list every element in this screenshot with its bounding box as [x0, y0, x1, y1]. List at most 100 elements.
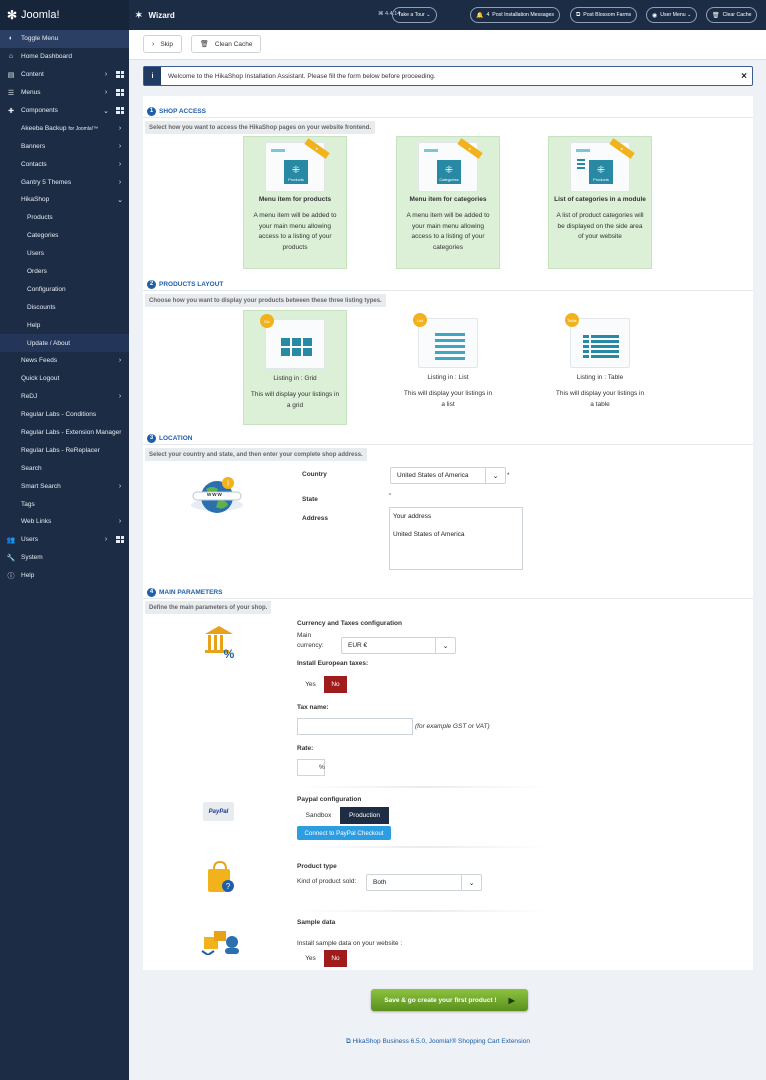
dashboard-grid-icon[interactable] — [116, 71, 124, 79]
chevron-right-icon: › — [152, 40, 155, 48]
eu-taxes-yes-button[interactable]: Yes — [297, 676, 324, 693]
paypal-sandbox-button[interactable]: Sandbox — [297, 807, 340, 824]
section-divider — [297, 910, 551, 912]
sidebar-item-banners[interactable]: Banners › — [0, 137, 129, 155]
info-message: i Welcome to the HikaShop Installation A… — [143, 66, 753, 86]
sidebar-item-web-links[interactable]: Web Links › — [0, 513, 129, 531]
home-icon: ⌂ — [8, 53, 14, 61]
table-layout-thumbnail: Table — [565, 313, 630, 368]
sidebar-item-gantry[interactable]: Gantry 5 Themes › — [0, 173, 129, 191]
layout-option-table[interactable]: Table Listing in : Table This will displ… — [548, 310, 652, 425]
sample-data-icon — [200, 927, 240, 955]
sidebar-item-rl-conditions[interactable]: Regular Labs - Conditions — [0, 406, 129, 424]
chevron-right-icon: › — [118, 124, 122, 132]
skip-button[interactable]: › Skip — [143, 35, 182, 53]
sidebar-item-news-feeds[interactable]: News Feeds › — [0, 352, 129, 370]
section-description: Select your country and state, and then … — [145, 448, 367, 461]
sidebar-item-quick-logout[interactable]: Quick Logout — [0, 370, 129, 388]
access-option-products[interactable]: ⁜ Products ★ Menu item for products A men… — [243, 136, 347, 269]
paypal-connect-button[interactable]: Connect to PayPal Checkout — [297, 826, 391, 840]
sample-data-no-button[interactable]: No — [324, 950, 347, 967]
european-taxes-toggle: Yes No — [297, 676, 347, 693]
clear-cache-button[interactable]: 🗑 Clear Cache — [706, 7, 758, 23]
file-icon: ▤ — [7, 71, 15, 79]
section-divider — [297, 786, 551, 788]
dashboard-grid-icon[interactable] — [116, 536, 124, 544]
puzzle-icon: ✚ — [8, 107, 14, 115]
sidebar-item-menus[interactable]: ☰ Menus › — [0, 84, 129, 102]
sidebar-item-rl-rereplacer[interactable]: Regular Labs - ReReplacer — [0, 441, 129, 459]
ribbon-badge: ★ — [304, 138, 330, 159]
sidebar-item-home-dashboard[interactable]: ⌂ Home Dashboard — [0, 48, 129, 66]
country-select[interactable]: United States of America ⌄ — [390, 467, 506, 484]
tax-name-input[interactable] — [297, 718, 413, 735]
info-icon: ⓘ — [7, 572, 15, 580]
wrench-icon: 🔧 — [6, 554, 16, 562]
trash-icon: 🗑 — [200, 41, 209, 48]
section-description: Choose how you want to display your prod… — [145, 294, 386, 307]
layout-option-grid[interactable]: Div Listing in : Grid This will display … — [243, 310, 347, 425]
footer-link[interactable]: ⧉ HikaShop Business 6.5.0, Joomla!® Shop… — [346, 1038, 530, 1046]
sidebar-item-configuration[interactable]: Configuration — [0, 280, 129, 298]
sidebar-item-tags[interactable]: Tags — [0, 495, 129, 513]
sidebar-item-toggle-menu[interactable]: ◐ Toggle Menu — [0, 30, 129, 48]
list-layout-thumbnail: List — [413, 313, 478, 368]
sidebar-item-contacts[interactable]: Contacts › — [0, 155, 129, 173]
sidebar-item-search[interactable]: Search — [0, 459, 129, 477]
address-textarea[interactable]: Your address United States of America — [389, 507, 523, 570]
sidebar-item-categories[interactable]: Categories — [0, 227, 129, 245]
sidebar-item-hika-users[interactable]: Users — [0, 245, 129, 263]
post-installation-messages-button[interactable]: 🔔 4 Post Installation Messages — [470, 7, 560, 23]
sidebar-item-components[interactable]: ✚ Components ⌄ — [0, 102, 129, 120]
sidebar-item-rl-extension-manager[interactable]: Regular Labs - Extension Manager — [0, 424, 129, 442]
paypal-production-button[interactable]: Production — [340, 807, 389, 824]
required-mark: * — [507, 472, 510, 479]
take-tour-button[interactable]: Take a Tour ⌄ — [392, 7, 437, 23]
main-currency-select[interactable]: EUR € ⌄ — [341, 637, 456, 654]
sidebar-item-hikashop[interactable]: HikaShop ⌄ — [0, 191, 129, 209]
sidebar-item-discounts[interactable]: Discounts — [0, 298, 129, 316]
clean-cache-button[interactable]: 🗑 Clean Cache — [191, 35, 262, 53]
dashboard-grid-icon[interactable] — [116, 89, 124, 97]
svg-text:?: ? — [226, 882, 231, 891]
chevron-right-icon: › — [118, 357, 122, 365]
svg-text:%: % — [224, 647, 235, 660]
chevron-right-icon: › — [118, 178, 122, 186]
access-option-module[interactable]: ⁜ Products ★ List of categories in a modu… — [548, 136, 652, 269]
section-heading-shop-access: 1 SHOP ACCESS — [147, 106, 206, 116]
sidebar-item-help[interactable]: ⓘ Help — [0, 567, 129, 585]
external-link-icon: ⧉ — [576, 11, 581, 18]
save-and-create-product-button[interactable]: Save & go create your first product ! ▶ — [371, 989, 528, 1011]
sidebar-item-content[interactable]: ▤ Content › — [0, 66, 129, 84]
chevron-down-icon: ⌄ — [426, 12, 431, 18]
access-option-categories[interactable]: ⁜ Categories ★ Menu item for categories A… — [396, 136, 500, 269]
user-menu-button[interactable]: ◉ User Menu ⌄ — [646, 7, 698, 23]
chevron-down-icon: ⌄ — [687, 12, 692, 18]
sidebar: ✻ Joomla! ◐ Toggle Menu ⌂ Home Dashboard ▤… — [0, 0, 129, 1080]
hikashop-icon: ⁜ — [444, 165, 454, 176]
sidebar-item-orders[interactable]: Orders — [0, 263, 129, 281]
joomla-logo[interactable]: ✻ Joomla! — [0, 0, 129, 30]
sidebar-item-smart-search[interactable]: Smart Search › — [0, 477, 129, 495]
layout-option-list[interactable]: List Listing in : List This will display… — [396, 310, 500, 425]
section-divider — [297, 846, 551, 848]
section-divider — [143, 290, 753, 291]
dashboard-grid-icon[interactable] — [116, 107, 124, 114]
sidebar-item-products[interactable]: Products — [0, 209, 129, 227]
sidebar-item-system[interactable]: 🔧 System — [0, 549, 129, 567]
sidebar-item-akeeba-backup[interactable]: Akeeba Backup for Joomla!™ › — [0, 119, 129, 137]
sidebar-item-redj[interactable]: ReDJ › — [0, 388, 129, 406]
ribbon-badge: ★ — [609, 138, 635, 159]
sample-data-yes-button[interactable]: Yes — [297, 950, 324, 967]
product-kind-select[interactable]: Both ⌄ — [366, 874, 482, 891]
sidebar-item-hika-help[interactable]: Help — [0, 316, 129, 334]
trash-icon: 🗑 — [712, 12, 720, 19]
section-divider — [143, 117, 753, 118]
toggle-icon: ◐ — [8, 35, 14, 43]
sidebar-item-update-about[interactable]: Update / About — [0, 334, 129, 353]
chevron-down-icon: ⌄ — [103, 107, 109, 115]
sidebar-item-users[interactable]: 👥 Users › — [0, 531, 129, 549]
close-icon[interactable]: × — [736, 71, 752, 82]
eu-taxes-no-button[interactable]: No — [324, 676, 347, 693]
site-link-button[interactable]: ⧉ Post Blossom Farms — [570, 7, 638, 23]
